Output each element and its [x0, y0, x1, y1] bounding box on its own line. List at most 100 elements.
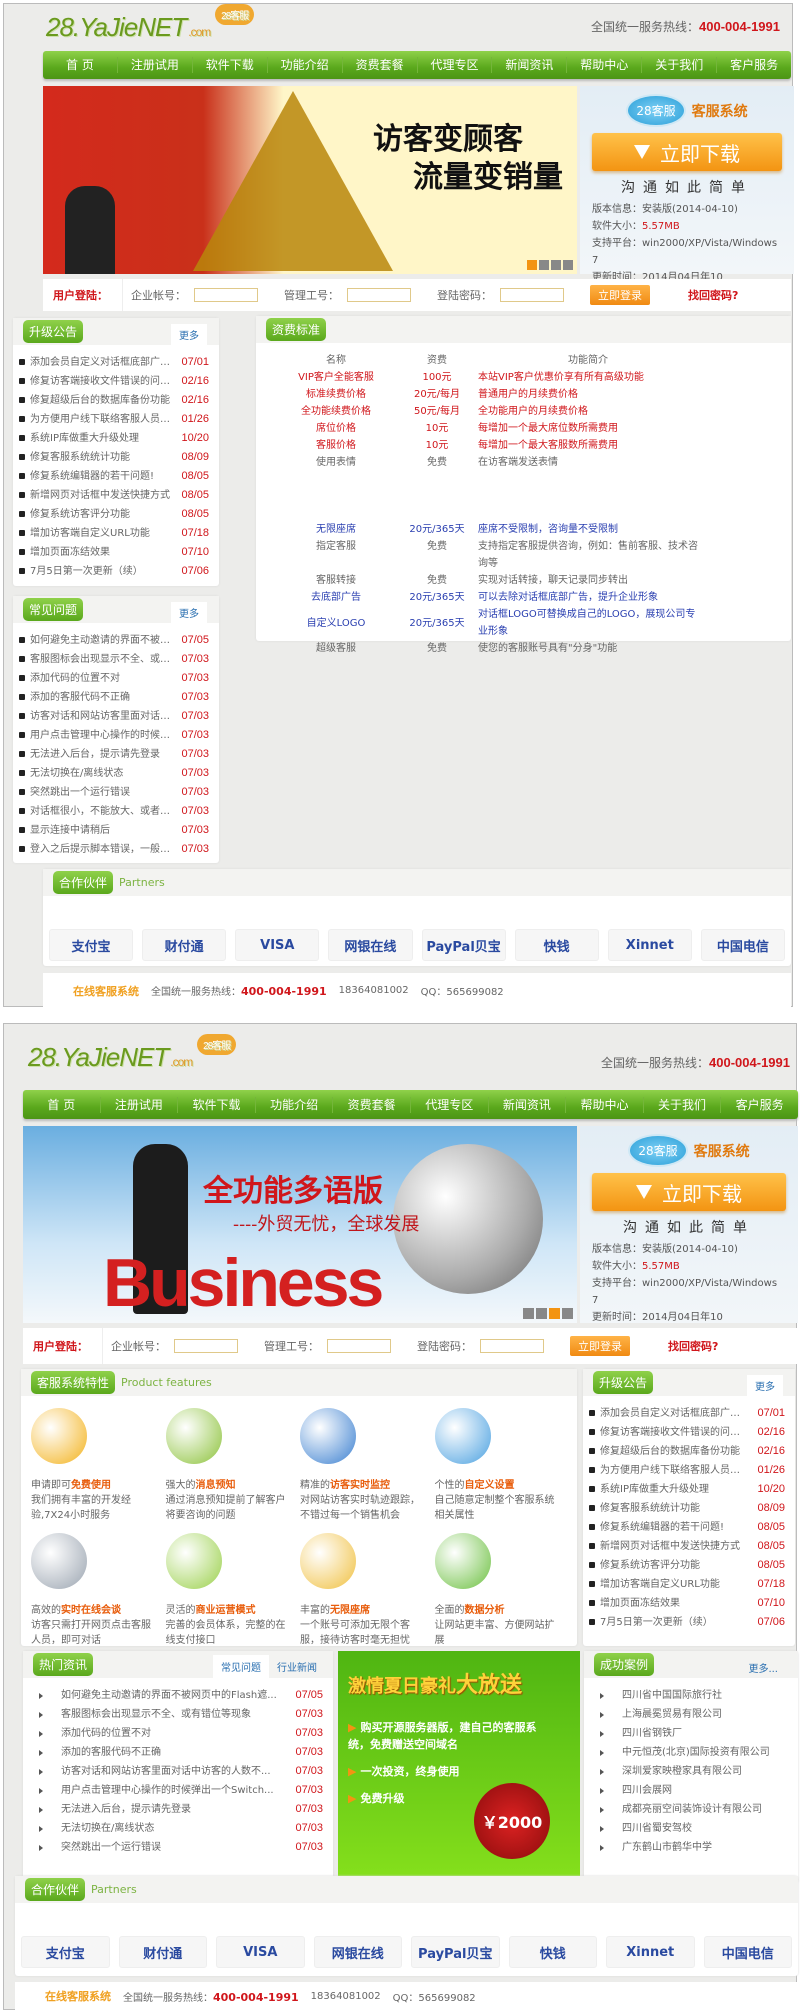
- list-item[interactable]: 客服图标会出现显示不全、或有... 07/03: [19, 650, 209, 669]
- list-item[interactable]: 用户点击管理中心操作的时候弹... 07/03: [19, 726, 209, 745]
- case-item[interactable]: 上海晨冕贸易有限公司: [590, 1705, 788, 1724]
- partner-logo[interactable]: PayPal贝宝: [421, 929, 506, 961]
- case-item[interactable]: 深圳爱家映橙家具有限公司: [590, 1762, 788, 1781]
- list-item[interactable]: 增加页面冻结效果 07/10: [19, 543, 209, 562]
- list-item[interactable]: 7月5日第一次更新（续） 07/06: [19, 562, 209, 581]
- case-item[interactable]: 四川省钢铁厂: [590, 1724, 788, 1743]
- site-logo[interactable]: 28.YaJieNET .com 28客服: [28, 1034, 237, 1073]
- company-account-input[interactable]: [194, 288, 258, 302]
- partner-logo[interactable]: 中国电信: [700, 929, 785, 961]
- nav-item[interactable]: 首 页: [43, 57, 118, 73]
- list-item[interactable]: 修复客服系统统计功能 08/09: [589, 1499, 785, 1518]
- list-item[interactable]: 修复客服系统统计功能 08/09: [19, 448, 209, 467]
- case-item[interactable]: 四川省蜀安驾校: [590, 1819, 788, 1838]
- site-logo[interactable]: 28.YaJieNET .com 28客服: [46, 4, 255, 43]
- list-item[interactable]: 为方便用户线下联络客服人员，... 01/26: [19, 410, 209, 429]
- list-item[interactable]: 访客对话和网站访客里面对话中访客的人数不... 07/03: [29, 1762, 323, 1781]
- list-item[interactable]: 修复超级后台的数据库备份功能 02/16: [19, 391, 209, 410]
- list-item[interactable]: 添加代码的位置不对 07/03: [29, 1724, 323, 1743]
- company-account-input[interactable]: [174, 1339, 238, 1353]
- nav-item[interactable]: 资费套餐: [343, 57, 418, 73]
- list-item[interactable]: 如何避免主动邀请的界面不被网... 07/05: [19, 631, 209, 650]
- nav-item[interactable]: 注册试用: [101, 1096, 179, 1113]
- list-item[interactable]: 增加访客端自定义URL功能 07/18: [19, 524, 209, 543]
- case-item[interactable]: 四川会展网: [590, 1781, 788, 1800]
- nav-item[interactable]: 功能介绍: [256, 1096, 334, 1113]
- list-item[interactable]: 为方便用户线下联络客服人员，... 01/26: [589, 1461, 785, 1480]
- partner-logo[interactable]: 财付通: [118, 1936, 207, 1968]
- list-item[interactable]: 访客对话和网站访客里面对话中... 07/03: [19, 707, 209, 726]
- list-item[interactable]: 添加会员自定义对话框底部广告... 07/01: [589, 1404, 785, 1423]
- forgot-password-link[interactable]: 找回密码?: [688, 287, 738, 303]
- password-input[interactable]: [500, 288, 564, 302]
- nav-item[interactable]: 软件下载: [193, 57, 268, 73]
- list-item[interactable]: 显示连接中请稍后 07/03: [19, 821, 209, 840]
- download-button[interactable]: 立即下载: [592, 133, 782, 171]
- upgrade-more-link[interactable]: 更多: [171, 324, 207, 348]
- partner-logo[interactable]: 中国电信: [703, 1936, 792, 1968]
- list-item[interactable]: 添加代码的位置不对 07/03: [19, 669, 209, 688]
- partner-logo[interactable]: 网银在线: [328, 929, 413, 961]
- banner-pager[interactable]: [523, 1308, 573, 1319]
- nav-item[interactable]: 首 页: [23, 1096, 101, 1113]
- login-submit-button[interactable]: 立即登录: [570, 1336, 630, 1356]
- list-item[interactable]: 新增网页对话框中发送快捷方式 08/05: [19, 486, 209, 505]
- case-item[interactable]: 成都亮丽空间装饰设计有限公司: [590, 1800, 788, 1819]
- partner-logo[interactable]: VISA: [216, 1936, 305, 1968]
- partner-logo[interactable]: Xinnet: [606, 1936, 695, 1968]
- list-item[interactable]: 修复系统访客评分功能 08/05: [19, 505, 209, 524]
- list-item[interactable]: 添加的客服代码不正确 07/03: [19, 688, 209, 707]
- partner-logo[interactable]: 快钱: [508, 1936, 597, 1968]
- partner-logo[interactable]: 网银在线: [313, 1936, 402, 1968]
- list-item[interactable]: 对话框很小，不能放大、或者显... 07/03: [19, 802, 209, 821]
- partner-logo[interactable]: 支付宝: [49, 929, 134, 961]
- nav-item[interactable]: 注册试用: [118, 57, 193, 73]
- staff-id-input[interactable]: [347, 288, 411, 302]
- list-item[interactable]: 增加页面冻结效果 07/10: [589, 1594, 785, 1613]
- case-item[interactable]: 广东鹤山市鹤华中学: [590, 1838, 788, 1857]
- list-item[interactable]: 无法进入后台，提示请先登录 07/03: [29, 1800, 323, 1819]
- nav-item[interactable]: 帮助中心: [566, 1096, 644, 1113]
- partner-logo[interactable]: 快钱: [514, 929, 599, 961]
- list-item[interactable]: 新增网页对话框中发送快捷方式 08/05: [589, 1537, 785, 1556]
- nav-item[interactable]: 关于我们: [642, 57, 718, 73]
- partner-logo[interactable]: 支付宝: [21, 1936, 110, 1968]
- nav-item[interactable]: 功能介绍: [268, 57, 343, 73]
- list-item[interactable]: 如何避免主动邀请的界面不被网页中的Flash遮... 07/05: [29, 1686, 323, 1705]
- list-item[interactable]: 修复访客端接收文件错误的问题... 02/16: [19, 372, 209, 391]
- tab-faq[interactable]: 常见问题: [213, 1655, 269, 1680]
- download-button[interactable]: 立即下载: [592, 1173, 786, 1211]
- list-item[interactable]: 修复超级后台的数据库备份功能 02/16: [589, 1442, 785, 1461]
- banner-pager[interactable]: [527, 260, 573, 270]
- partner-logo[interactable]: VISA: [235, 929, 320, 961]
- list-item[interactable]: 突然跳出一个运行错误 07/03: [29, 1838, 323, 1857]
- nav-item[interactable]: 新闻资讯: [489, 1096, 567, 1113]
- list-item[interactable]: 修复系统编辑器的若干问题! 08/05: [19, 467, 209, 486]
- list-item[interactable]: 登入之后提示脚本错误，一般是... 07/03: [19, 840, 209, 859]
- upgrade-more-link[interactable]: 更多: [747, 1375, 783, 1399]
- cases-more-link[interactable]: 更多...: [740, 1657, 786, 1681]
- nav-item[interactable]: 客户服务: [717, 57, 791, 73]
- nav-item[interactable]: 关于我们: [644, 1096, 722, 1113]
- case-item[interactable]: 中元恒茂(北京)国际投资有限公司: [590, 1743, 788, 1762]
- partner-logo[interactable]: PayPal贝宝: [411, 1936, 500, 1968]
- login-submit-button[interactable]: 立即登录: [590, 285, 650, 305]
- list-item[interactable]: 修复系统编辑器的若干问题! 08/05: [589, 1518, 785, 1537]
- nav-item[interactable]: 资费套餐: [333, 1096, 411, 1113]
- nav-item[interactable]: 客户服务: [721, 1097, 798, 1113]
- promo-banner[interactable]: 激情夏日豪礼大放送 ▶ 购买开源服务器版，建自己的客服系统，免费赠送空间域名 ▶ 一次…: [338, 1651, 580, 1883]
- list-item[interactable]: 增加访客端自定义URL功能 07/18: [589, 1575, 785, 1594]
- nav-item[interactable]: 新闻资讯: [492, 57, 568, 73]
- faq-more-link[interactable]: 更多: [171, 602, 207, 626]
- case-item[interactable]: 四川省中国国际旅行社: [590, 1686, 788, 1705]
- list-item[interactable]: 修复访客端接收文件错误的问题... 02/16: [589, 1423, 785, 1442]
- list-item[interactable]: 系统IP库做重大升级处理 10/20: [19, 429, 209, 448]
- password-input[interactable]: [480, 1339, 544, 1353]
- list-item[interactable]: 添加的客服代码不正确 07/03: [29, 1743, 323, 1762]
- list-item[interactable]: 用户点击管理中心操作的时候弹出一个Switch... 07/03: [29, 1781, 323, 1800]
- nav-item[interactable]: 代理专区: [411, 1096, 489, 1113]
- nav-item[interactable]: 代理专区: [418, 57, 493, 73]
- list-item[interactable]: 修复系统访客评分功能 08/05: [589, 1556, 785, 1575]
- hero-banner[interactable]: 全功能多语版 ----外贸无忧，全球发展 Business: [23, 1126, 577, 1323]
- list-item[interactable]: 突然跳出一个运行错误 07/03: [19, 783, 209, 802]
